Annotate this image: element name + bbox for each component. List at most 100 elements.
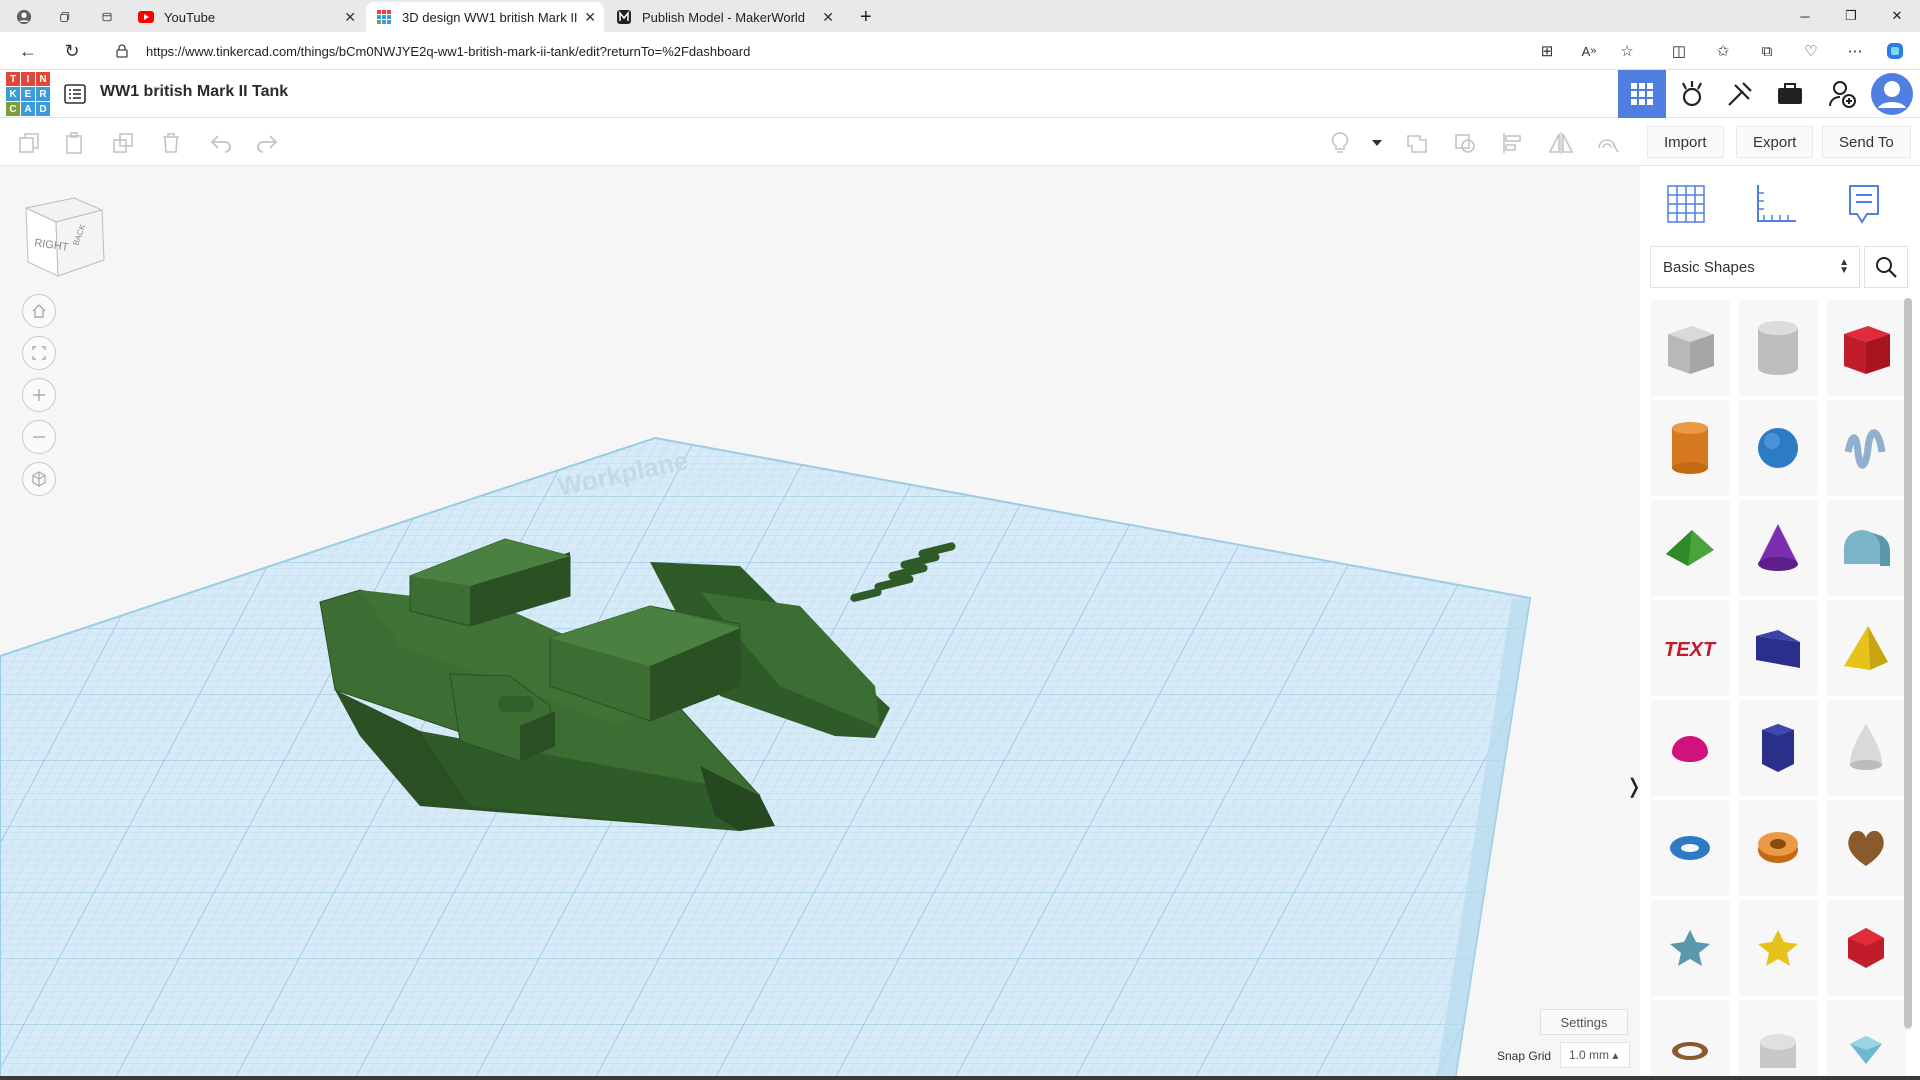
minimize-icon[interactable]: ─ xyxy=(1782,0,1828,32)
app-available-icon[interactable]: ⊞ xyxy=(1536,40,1558,62)
round-roof-shape[interactable] xyxy=(1826,500,1906,596)
torus-shape[interactable] xyxy=(1650,800,1730,896)
invite-user-button[interactable] xyxy=(1818,70,1866,118)
copilot-icon[interactable] xyxy=(1884,40,1906,62)
settings-button[interactable]: Settings xyxy=(1540,1009,1628,1035)
workplane-grid[interactable] xyxy=(0,436,1532,1080)
polygon-shape[interactable] xyxy=(1738,700,1818,796)
url-field[interactable]: https://www.tinkercad.com/things/bCm0NWJ… xyxy=(104,37,1574,65)
design-list-icon[interactable] xyxy=(64,83,86,105)
scribble-shape[interactable] xyxy=(1826,400,1906,496)
redo-icon[interactable] xyxy=(254,130,280,156)
home-view-icon[interactable] xyxy=(22,294,56,328)
shapes-panel: Basic Shapes ▲ ▼ TEXT xyxy=(1640,166,1920,1080)
edit-toolbar: Import Export Send To xyxy=(0,118,1920,166)
view-cube[interactable]: RIGHT BACK xyxy=(22,194,108,283)
browser-essentials-icon[interactable]: ♡ xyxy=(1800,40,1822,62)
send-to-button[interactable]: Send To xyxy=(1822,126,1911,158)
tinker-button[interactable] xyxy=(1668,70,1716,118)
more-menu-icon[interactable]: ⋯ xyxy=(1844,40,1866,62)
zoom-in-icon[interactable] xyxy=(22,378,56,412)
workplane-canvas[interactable]: Workplane xyxy=(0,166,1640,1080)
grid-view-icon xyxy=(1631,83,1653,105)
favorite-star-icon[interactable]: ☆ xyxy=(1616,40,1638,62)
zoom-out-icon[interactable] xyxy=(22,420,56,454)
pyramid-shape[interactable] xyxy=(1826,600,1906,696)
sphere-shape[interactable] xyxy=(1738,400,1818,496)
ring-shape[interactable] xyxy=(1650,1000,1730,1080)
collections-icon[interactable]: ⧉ xyxy=(1756,40,1778,62)
roof-shape[interactable] xyxy=(1650,500,1730,596)
export-button[interactable]: Export xyxy=(1736,126,1814,158)
paraboloid-shape[interactable] xyxy=(1826,700,1906,796)
cruise-icon[interactable] xyxy=(1594,130,1620,156)
workplane-grid-icon[interactable] xyxy=(1662,180,1710,228)
svg-text:TEXT: TEXT xyxy=(1664,639,1717,661)
logo-letter: I xyxy=(21,72,35,86)
close-tab-icon[interactable]: ✕ xyxy=(584,9,596,26)
back-icon[interactable]: ← xyxy=(16,39,40,63)
gem-shape[interactable] xyxy=(1826,1000,1906,1080)
close-window-icon[interactable]: ✕ xyxy=(1874,0,1920,32)
split-screen-icon[interactable]: ◫ xyxy=(1668,40,1690,62)
design-title[interactable]: WW1 british Mark II Tank xyxy=(100,83,288,101)
light-bulb-icon[interactable] xyxy=(1327,130,1353,156)
notes-icon[interactable] xyxy=(1840,180,1888,228)
tab-youtube[interactable]: YouTube ✕ xyxy=(128,2,364,32)
grid-view-button[interactable] xyxy=(1618,70,1666,118)
search-icon xyxy=(1876,257,1897,278)
import-button[interactable]: Import xyxy=(1647,126,1724,158)
avatar[interactable] xyxy=(1868,70,1916,118)
restore-icon[interactable]: ❐ xyxy=(1828,0,1874,32)
box-hole-shape[interactable] xyxy=(1650,300,1730,396)
search-shapes-button[interactable] xyxy=(1864,246,1908,288)
read-aloud-icon[interactable]: A» xyxy=(1578,40,1600,62)
cylinder-hole-shape[interactable] xyxy=(1738,300,1818,396)
box-shape[interactable] xyxy=(1826,300,1906,396)
tube-grey-shape[interactable] xyxy=(1738,1000,1818,1080)
paste-icon[interactable] xyxy=(62,130,88,156)
new-tab-button[interactable]: + xyxy=(850,2,880,32)
group-icon[interactable] xyxy=(1404,130,1430,156)
snap-grid-select[interactable]: 1.0 mm ▴ xyxy=(1560,1042,1630,1068)
youtube-icon xyxy=(138,9,154,25)
star-shape[interactable] xyxy=(1650,900,1730,996)
close-tab-icon[interactable]: ✕ xyxy=(344,9,356,26)
undo-icon[interactable] xyxy=(208,130,234,156)
fit-view-icon[interactable] xyxy=(22,336,56,370)
ungroup-icon[interactable] xyxy=(1452,130,1478,156)
duplicate-icon[interactable] xyxy=(110,130,136,156)
light-dropdown-icon[interactable] xyxy=(1364,130,1390,156)
briefcase-button[interactable] xyxy=(1766,70,1814,118)
star-yellow-shape[interactable] xyxy=(1738,900,1818,996)
favorites-icon[interactable]: ✩ xyxy=(1712,40,1734,62)
tube-shape[interactable] xyxy=(1738,800,1818,896)
tab-makerworld[interactable]: Publish Model - MakerWorld ✕ xyxy=(606,2,842,32)
close-tab-icon[interactable]: ✕ xyxy=(822,9,834,26)
copy-icon[interactable] xyxy=(16,130,42,156)
workplane-viewport[interactable]: Workplane RIGHT BACK Settings Snap Grid … xyxy=(0,166,1640,1080)
collapse-panel-icon[interactable]: ❭ xyxy=(1626,762,1640,810)
perspective-icon[interactable] xyxy=(22,462,56,496)
text-shape[interactable]: TEXT xyxy=(1650,600,1730,696)
align-icon[interactable] xyxy=(1500,130,1526,156)
build-button[interactable] xyxy=(1716,70,1764,118)
shapes-scrollbar-thumb[interactable] xyxy=(1904,298,1912,1028)
profile-button[interactable] xyxy=(6,2,42,32)
half-sphere-shape[interactable] xyxy=(1650,700,1730,796)
cylinder-shape[interactable] xyxy=(1650,400,1730,496)
tinkercad-logo[interactable]: T I N K E R C A D xyxy=(6,72,50,116)
ruler-icon[interactable] xyxy=(1752,180,1800,228)
tab-tinkercad[interactable]: 3D design WW1 british Mark II T... ✕ xyxy=(366,2,604,32)
address-bar-row: ← ↻ https://www.tinkercad.com/things/bCm… xyxy=(0,32,1920,70)
refresh-icon[interactable]: ↻ xyxy=(60,39,84,63)
vertical-tabs-button[interactable] xyxy=(92,2,122,32)
wedge-shape[interactable] xyxy=(1738,600,1818,696)
delete-icon[interactable] xyxy=(158,130,184,156)
heart-shape[interactable] xyxy=(1826,800,1906,896)
shape-category-select[interactable]: Basic Shapes ▲ ▼ xyxy=(1650,246,1860,288)
icosahedron-shape[interactable] xyxy=(1826,900,1906,996)
cone-shape[interactable] xyxy=(1738,500,1818,596)
mirror-icon[interactable] xyxy=(1548,130,1574,156)
workspaces-button[interactable] xyxy=(50,2,80,32)
